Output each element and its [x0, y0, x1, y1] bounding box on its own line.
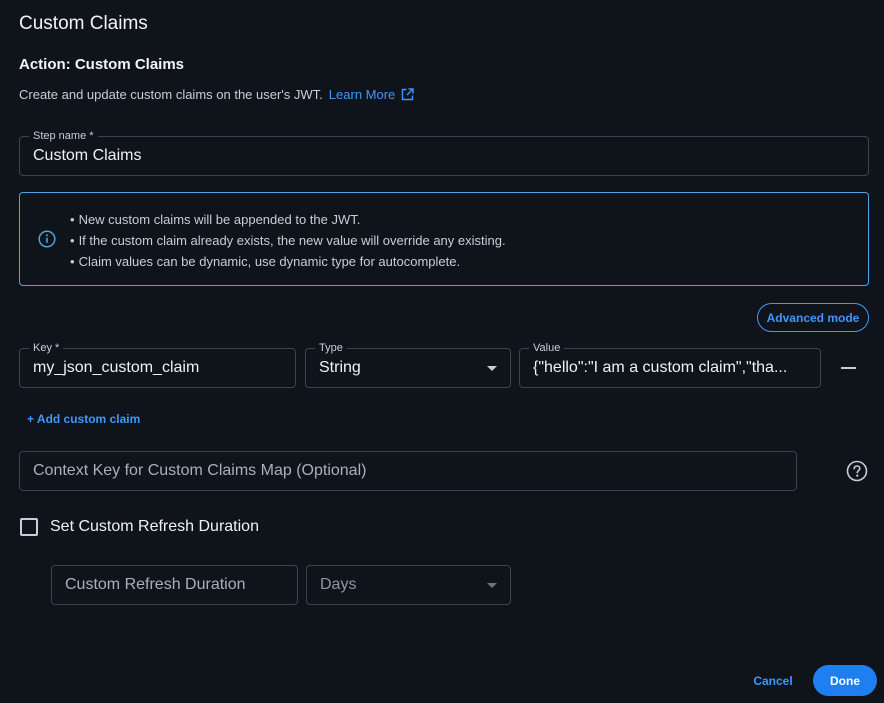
info-item: If the custom claim already exists, the … [70, 230, 506, 251]
context-key-input[interactable]: Context Key for Custom Claims Map (Optio… [19, 451, 797, 491]
claim-value-input[interactable]: Value {"hello":"I am a custom claim","th… [519, 341, 821, 388]
cancel-button[interactable]: Cancel [742, 668, 804, 694]
step-name-value: Custom Claims [33, 147, 142, 164]
claim-value-label: Value [529, 341, 565, 355]
page-title: Custom Claims [19, 13, 148, 34]
info-item: Claim values can be dynamic, use dynamic… [70, 251, 506, 272]
refresh-duration-placeholder: Custom Refresh Duration [65, 576, 246, 593]
question-circle-icon[interactable] [846, 460, 868, 482]
claim-key-label: Key * [29, 341, 64, 355]
learn-more-label: Learn More [328, 87, 396, 102]
step-name-label: Step name * [29, 129, 98, 143]
claim-type-label: Type [315, 341, 347, 355]
info-icon [38, 230, 56, 248]
refresh-duration-checkbox[interactable] [20, 518, 38, 536]
action-title: Action: Custom Claims [19, 56, 185, 73]
step-name-field[interactable]: Step name * Custom Claims [19, 129, 869, 176]
info-alert: New custom claims will be appended to th… [19, 192, 869, 286]
claim-key-input[interactable]: Key * my_json_custom_claim [19, 341, 296, 388]
advanced-mode-button[interactable]: Advanced mode [757, 303, 869, 332]
refresh-unit-value: Days [320, 576, 357, 593]
claim-key-value: my_json_custom_claim [33, 359, 200, 376]
claim-type-select[interactable]: Type String [305, 341, 511, 388]
remove-claim-button[interactable] [838, 361, 860, 375]
claim-value-value: {"hello":"I am a custom claim","tha... [533, 359, 788, 376]
refresh-duration-label: Set Custom Refresh Duration [50, 518, 259, 535]
description-text: Create and update custom claims on the u… [19, 87, 323, 102]
learn-more-link[interactable]: Learn More [329, 87, 414, 102]
refresh-duration-input[interactable]: Custom Refresh Duration [51, 565, 298, 605]
info-list: New custom claims will be appended to th… [70, 209, 506, 272]
minus-icon [841, 367, 856, 369]
done-button[interactable]: Done [813, 665, 877, 696]
add-custom-claim-button[interactable]: + Add custom claim [27, 412, 140, 426]
context-key-placeholder: Context Key for Custom Claims Map (Optio… [33, 462, 367, 479]
info-item: New custom claims will be appended to th… [70, 209, 506, 230]
claim-type-value: String [319, 359, 361, 376]
chevron-down-icon [487, 366, 497, 371]
action-description: Create and update custom claims on the u… [19, 87, 414, 102]
external-link-icon [402, 88, 414, 101]
chevron-down-icon [487, 583, 497, 588]
refresh-unit-select[interactable]: Days [306, 565, 511, 605]
refresh-duration-row: Set Custom Refresh Duration [20, 518, 259, 536]
